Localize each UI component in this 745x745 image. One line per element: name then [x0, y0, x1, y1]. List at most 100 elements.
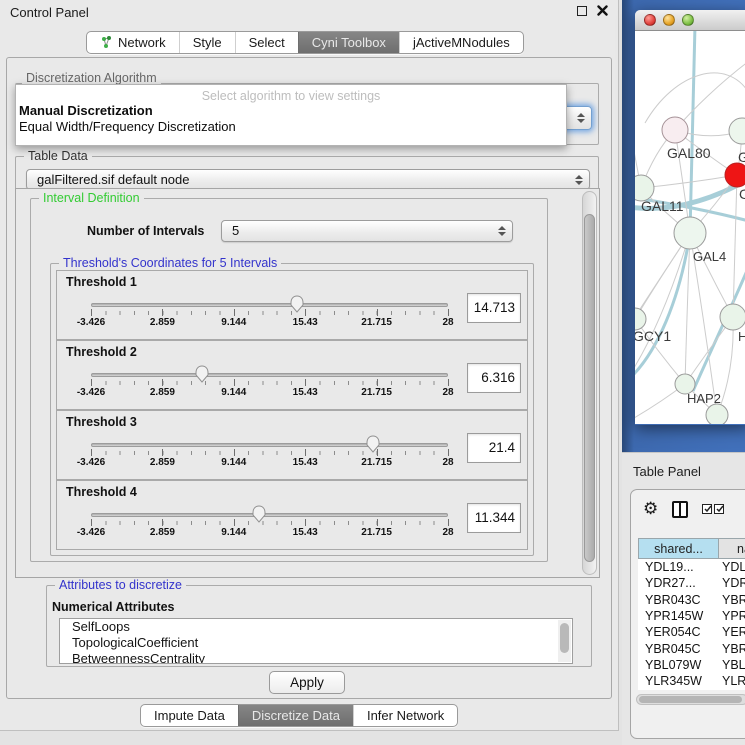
network-edge[interactable]	[641, 175, 737, 188]
numerical-attributes-list[interactable]: SelfLoopsTopologicalCoefficientBetweenne…	[59, 618, 573, 664]
vertical-scrollbar[interactable]	[582, 191, 597, 575]
table-row[interactable]: YPR145WYPR1	[638, 608, 745, 624]
slider-track[interactable]	[91, 303, 448, 307]
threshold-3-value-field[interactable]: 21.4	[467, 433, 521, 463]
cell-name[interactable]: YPR1	[719, 609, 745, 623]
cell-name[interactable]: YER0	[719, 625, 745, 639]
scrollbar-thumb[interactable]	[639, 696, 742, 703]
cell-shared-name[interactable]: YBR043C	[638, 593, 719, 607]
node-table: shared... na YDL19...YDL1YDR27...YDR2YBR…	[638, 538, 745, 690]
threshold-3-slider[interactable]: -3.4262.8599.14415.4321.71528	[91, 435, 448, 477]
cell-shared-name[interactable]: YPR145W	[638, 609, 719, 623]
network-node[interactable]	[725, 163, 745, 187]
threshold-2-slider[interactable]: -3.4262.8599.14415.4321.71528	[91, 365, 448, 407]
dropdown-item-manual-discretization[interactable]: Manual Discretization	[16, 103, 566, 119]
scrollbar-thumb[interactable]	[560, 623, 569, 653]
list-scrollbar[interactable]	[558, 620, 571, 662]
cell-name[interactable]: YLR3	[719, 674, 745, 688]
cell-name[interactable]: YDL1	[719, 560, 745, 574]
table-row[interactable]: YBL079WYBL0	[638, 657, 745, 673]
minimize-traffic-light-icon[interactable]	[663, 14, 675, 26]
screen: Control Panel Network	[0, 0, 745, 745]
network-node[interactable]	[720, 304, 745, 330]
checkbox-icon[interactable]	[702, 504, 712, 514]
tab-select[interactable]: Select	[235, 32, 298, 53]
split-columns-icon[interactable]	[672, 501, 688, 518]
close-icon[interactable]	[597, 5, 608, 16]
cell-shared-name[interactable]: YDR27...	[638, 576, 719, 590]
apply-button[interactable]: Apply	[269, 671, 345, 694]
threshold-label: Threshold 3	[66, 415, 137, 429]
cell-name[interactable]: YDR2	[719, 576, 745, 590]
major-tick	[448, 379, 449, 386]
number-of-intervals-combobox[interactable]: 5	[221, 220, 513, 242]
control-panel-tabs: Network Style Select Cyni Toolbox jActiv…	[86, 31, 524, 54]
network-node[interactable]	[674, 217, 706, 249]
cell-shared-name[interactable]: YBR045C	[638, 642, 719, 656]
tab-network-label: Network	[118, 35, 166, 50]
tab-style[interactable]: Style	[179, 32, 235, 53]
tick-label: 9.144	[221, 317, 246, 328]
attribute-list-item[interactable]: BetweennessCentrality	[60, 651, 572, 664]
table-row[interactable]: YBR045CYBR0	[638, 640, 745, 656]
close-traffic-light-icon[interactable]	[644, 14, 656, 26]
cell-shared-name[interactable]: YER054C	[638, 625, 719, 639]
network-edge[interactable]	[675, 61, 745, 130]
threshold-2-value-field[interactable]: 6.316	[467, 363, 521, 393]
table-data-combobox[interactable]: galFiltered.sif default node	[26, 169, 590, 190]
algorithm-dropdown-popup: Select algorithm to view settings Manual…	[15, 84, 567, 146]
tab-network[interactable]: Network	[87, 32, 179, 53]
tab-impute-data[interactable]: Impute Data	[141, 705, 238, 726]
group-title: Table Data	[24, 149, 92, 164]
zoom-traffic-light-icon[interactable]	[682, 14, 694, 26]
network-node[interactable]	[662, 117, 688, 143]
cell-name[interactable]: YBL0	[719, 658, 745, 672]
tick-label: -3.426	[77, 387, 105, 398]
table-row[interactable]: YDL19...YDL1	[638, 559, 745, 575]
horizontal-scrollbar[interactable]	[636, 694, 745, 705]
scrollbar-thumb[interactable]	[584, 214, 595, 562]
cell-shared-name[interactable]: YBL079W	[638, 658, 719, 672]
table-row[interactable]: YER054CYER0	[638, 624, 745, 640]
gear-icon[interactable]: ⚙	[643, 500, 658, 518]
table-row[interactable]: YLR345WYLR3	[638, 673, 745, 689]
table-row[interactable]: YBR043CYBR0	[638, 592, 745, 608]
threshold-label: Threshold 2	[66, 345, 137, 359]
slider-track[interactable]	[91, 513, 448, 517]
table-rows: YDL19...YDL1YDR27...YDR2YBR043CYBR0YPR14…	[638, 559, 745, 690]
tab-discretize-data[interactable]: Discretize Data	[238, 705, 353, 726]
cell-shared-name[interactable]: YDL19...	[638, 560, 719, 574]
tab-jactivemnodules[interactable]: jActiveMNodules	[399, 32, 523, 53]
network-node[interactable]	[729, 118, 745, 144]
network-node[interactable]	[635, 308, 646, 330]
threshold-2-panel: Threshold 2 -3.4262.8599.14415.4321.7152…	[56, 340, 528, 410]
threshold-1-value-field[interactable]: 14.713	[467, 293, 521, 323]
cell-name[interactable]: YBR0	[719, 642, 745, 656]
threshold-4-slider[interactable]: -3.4262.8599.14415.4321.71528	[91, 505, 448, 547]
network-canvas[interactable]: GAL80GCGAL11GAL4GCY1HHAP2	[635, 31, 745, 424]
column-header-name[interactable]: na	[719, 538, 745, 559]
threshold-1-slider[interactable]: -3.4262.8599.14415.4321.71528	[91, 295, 448, 337]
threshold-4-value-field[interactable]: 11.344	[467, 503, 521, 533]
attribute-list-item[interactable]: SelfLoops	[60, 619, 572, 635]
float-window-icon[interactable]	[577, 6, 587, 16]
dropdown-item-equal-width-frequency[interactable]: Equal Width/Frequency Discretization	[16, 119, 566, 135]
threshold-label: Threshold 1	[66, 275, 137, 289]
network-window-titlebar[interactable]	[635, 10, 745, 31]
cell-shared-name[interactable]: YLR345W	[638, 674, 719, 688]
tick-label: 2.859	[150, 317, 175, 328]
slider-track[interactable]	[91, 443, 448, 447]
column-header-shared-name[interactable]: shared...	[638, 538, 719, 559]
checkbox-icon[interactable]	[714, 504, 724, 514]
group-title: Attributes to discretize	[55, 578, 186, 593]
slider-ticks	[91, 521, 448, 525]
table-row[interactable]: YIL052CYIL0	[638, 689, 745, 690]
slider-track[interactable]	[91, 373, 448, 377]
tab-infer-network[interactable]: Infer Network	[353, 705, 457, 726]
network-node[interactable]	[706, 404, 728, 424]
tab-cyni-toolbox[interactable]: Cyni Toolbox	[298, 32, 399, 53]
cell-name[interactable]: YBR0	[719, 593, 745, 607]
attribute-list-item[interactable]: TopologicalCoefficient	[60, 635, 572, 651]
table-row[interactable]: YDR27...YDR2	[638, 575, 745, 591]
tick-label: 9.144	[221, 457, 246, 468]
